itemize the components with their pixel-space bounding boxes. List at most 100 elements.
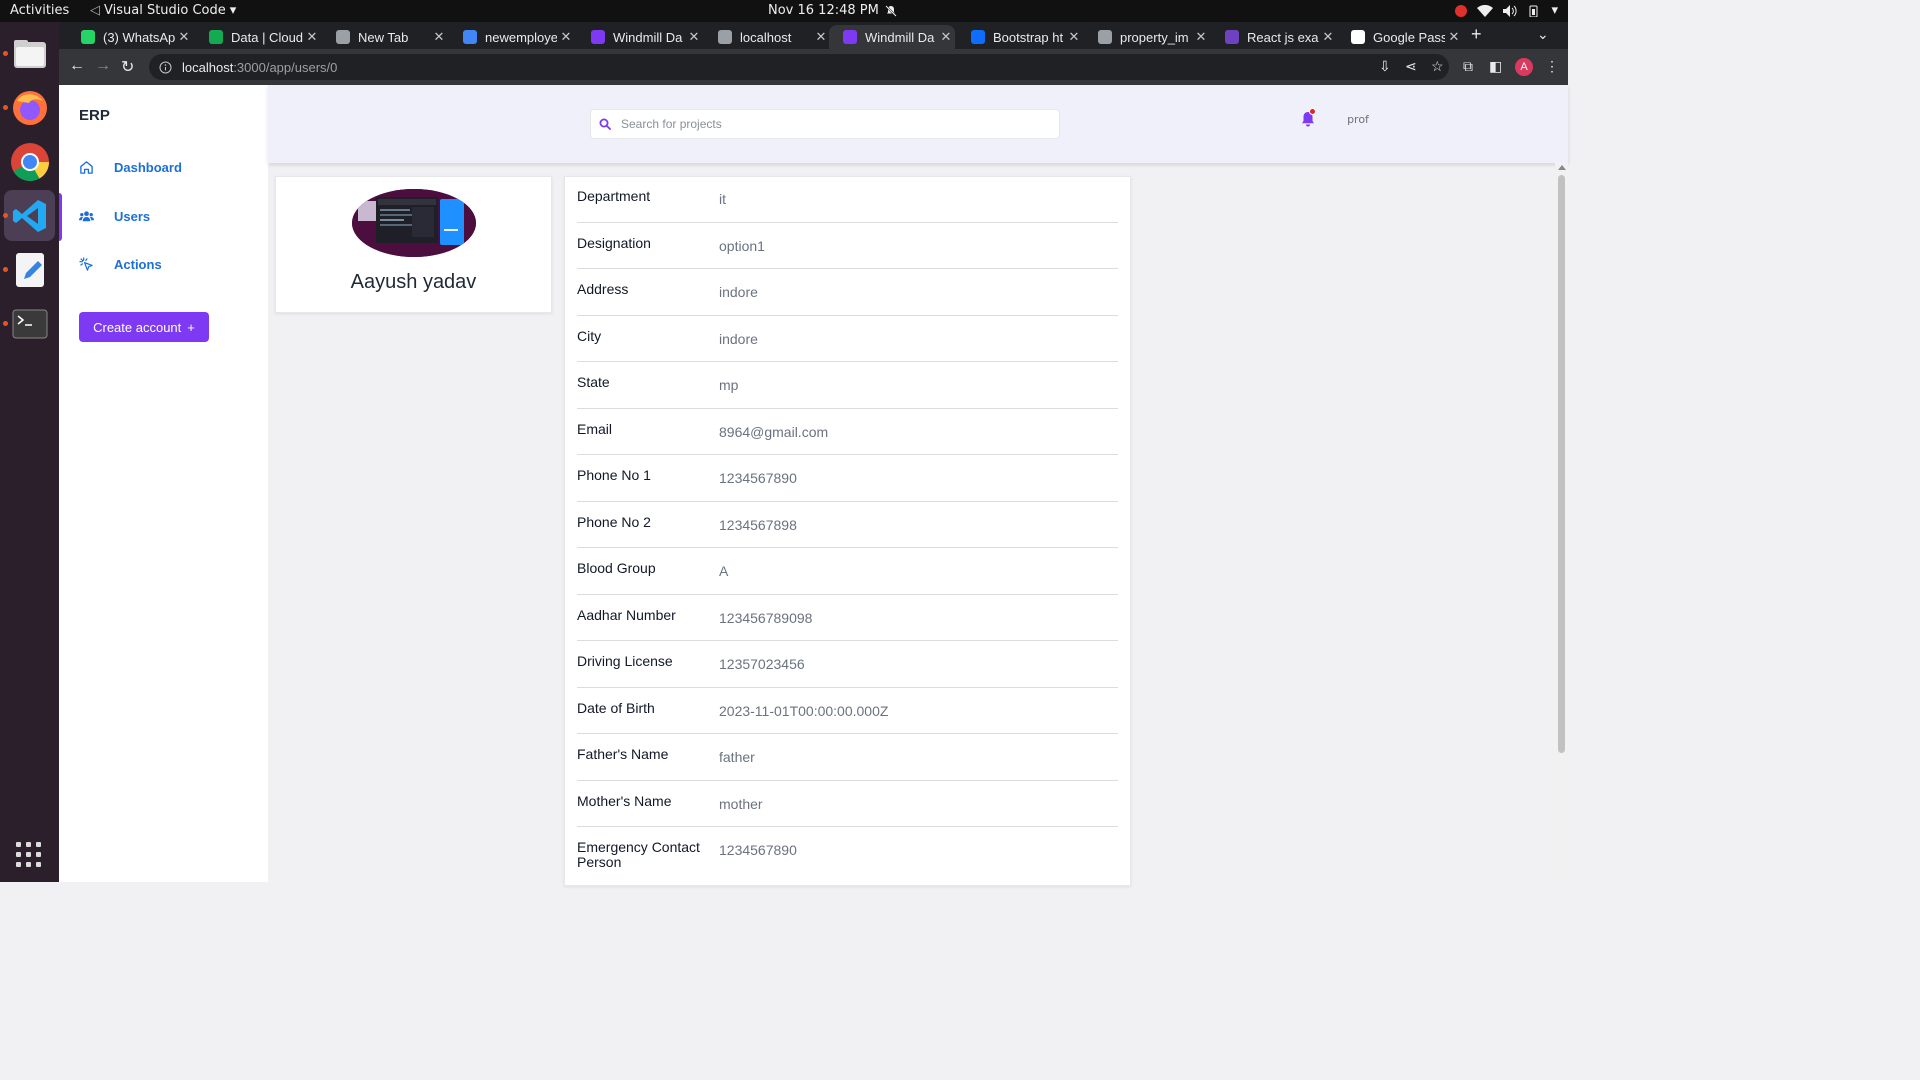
tab-close-icon[interactable]: ✕ — [1192, 29, 1210, 45]
site-info-icon[interactable] — [159, 61, 172, 74]
tab-close-icon[interactable]: ✕ — [175, 29, 193, 45]
browser-tab[interactable]: New Tab ✕ — [322, 25, 448, 49]
dock-files[interactable] — [3, 28, 55, 79]
app-menu[interactable]: ◁ Visual Studio Code ▾ — [90, 3, 236, 18]
wifi-icon — [1477, 4, 1494, 17]
sidebar: ERP Dashboard Users Actions Create accou… — [59, 85, 268, 882]
running-indicator — [3, 267, 8, 272]
side-panel-icon[interactable]: ◧ — [1489, 58, 1502, 75]
tab-close-icon[interactable]: ✕ — [937, 29, 955, 45]
chrome-icon — [10, 142, 49, 181]
clock[interactable]: Nov 16 12:48 PM — [768, 3, 897, 18]
tab-title: Data | Cloud — [231, 29, 303, 45]
tab-favicon-icon — [463, 30, 477, 44]
plus-icon: + — [187, 319, 195, 335]
back-arrow-icon[interactable]: ← — [69, 57, 85, 75]
tab-close-icon[interactable]: ✕ — [430, 29, 448, 45]
active-nav-indicator — [59, 193, 62, 241]
reload-icon[interactable]: ↻ — [121, 57, 134, 77]
tab-close-icon[interactable]: ✕ — [1319, 29, 1337, 45]
system-tray[interactable]: ▾ — [1455, 3, 1558, 18]
tab-search-chevron-icon[interactable]: ⌄ — [1537, 26, 1549, 43]
detail-row: City indore — [577, 328, 1118, 362]
detail-label: Emergency Contact Person — [577, 839, 700, 870]
browser-menu-kebab-icon[interactable]: ⋮ — [1545, 58, 1559, 75]
install-app-icon[interactable]: ⇩ — [1379, 58, 1391, 75]
scrollbar-thumb[interactable] — [1558, 175, 1565, 753]
show-applications-icon[interactable] — [16, 842, 42, 868]
tab-close-icon[interactable]: ✕ — [685, 29, 703, 45]
tab-close-icon[interactable]: ✕ — [557, 29, 575, 45]
new-tab-plus-icon[interactable]: + — [1471, 24, 1482, 45]
detail-value: indore — [719, 330, 758, 347]
running-indicator — [3, 321, 8, 326]
tab-title: Windmill Da — [613, 29, 683, 45]
home-icon — [80, 161, 93, 174]
running-indicator — [3, 213, 8, 218]
search-box[interactable] — [590, 109, 1060, 139]
users-icon — [79, 211, 94, 222]
share-icon[interactable]: ⋖ — [1405, 58, 1417, 75]
bookmark-star-icon[interactable]: ☆ — [1431, 58, 1444, 75]
browser-tab[interactable]: Data | Cloud ✕ — [195, 25, 321, 49]
tab-favicon-icon — [209, 30, 223, 44]
scroll-up-arrow-icon[interactable] — [1558, 165, 1566, 170]
vscode-small-icon: ◁ — [90, 3, 100, 18]
tab-title: (3) WhatsApp — [103, 29, 175, 45]
browser-tab[interactable]: Google Passw✕ — [1337, 25, 1463, 49]
browser-profile-avatar[interactable]: A — [1515, 58, 1533, 76]
detail-label: Address — [577, 281, 629, 297]
tab-close-icon[interactable]: ✕ — [1065, 29, 1083, 45]
forward-arrow-icon[interactable]: → — [95, 57, 111, 75]
notification-badge — [1309, 108, 1316, 115]
dock-firefox[interactable] — [3, 82, 55, 133]
browser-tab[interactable]: (3) WhatsApp ✕ — [67, 25, 193, 49]
browser-tab[interactable]: localhost ✕ — [704, 25, 830, 49]
profile-photo-image — [352, 189, 476, 257]
tab-favicon-icon — [1098, 30, 1112, 44]
avatar-broken-image-alt: prof — [1347, 113, 1369, 126]
search-icon — [599, 118, 611, 130]
detail-row: Driving License 12357023456 — [577, 654, 1118, 688]
tab-title: newemploye — [485, 29, 557, 45]
dock-vscode[interactable] — [3, 190, 55, 241]
address-bar[interactable]: localhost:3000/app/users/0 — [149, 54, 1449, 80]
detail-row: Designation option1 — [577, 235, 1118, 269]
sidebar-item-dashboard[interactable]: Dashboard — [79, 160, 182, 175]
tab-close-icon[interactable]: ✕ — [303, 29, 321, 45]
extensions-puzzle-icon[interactable]: ⧉ — [1463, 58, 1473, 75]
detail-value: A — [719, 563, 729, 579]
chevron-down-icon: ▾ — [229, 3, 237, 18]
sidebar-item-users[interactable]: Users — [79, 209, 150, 224]
browser-tab[interactable]: newemploye ✕ — [449, 25, 575, 49]
tab-favicon-icon — [336, 30, 350, 44]
brand-logo[interactable]: ERP — [79, 107, 110, 124]
browser-tab[interactable]: Windmill Da ✕ — [829, 25, 955, 49]
dock-terminal[interactable] — [3, 298, 55, 349]
profile-card: Aayush yadav — [275, 176, 552, 313]
browser-tab[interactable]: Windmill Da ✕ — [577, 25, 703, 49]
browser-tab[interactable]: React js exan ✕ — [1211, 25, 1337, 49]
detail-row: Phone No 2 1234567898 — [577, 514, 1118, 548]
volume-icon — [1503, 4, 1518, 17]
app-header: prof — [268, 85, 1568, 163]
browser-tab[interactable]: property_im ✕ — [1084, 25, 1210, 49]
notifications-button[interactable] — [1301, 108, 1316, 132]
activities-button[interactable]: Activities — [10, 3, 69, 18]
tab-favicon-icon — [718, 30, 732, 44]
browser-tab[interactable]: Bootstrap ht ✕ — [957, 25, 1083, 49]
user-avatar[interactable]: prof — [1345, 105, 1371, 131]
create-account-button[interactable]: Create account + — [79, 312, 209, 342]
dock-text-editor[interactable] — [3, 244, 55, 295]
search-input[interactable] — [621, 117, 1041, 131]
dock-chrome[interactable] — [4, 136, 55, 187]
page-scrollbar[interactable] — [1555, 163, 1568, 882]
sidebar-item-actions[interactable]: Actions — [79, 257, 162, 272]
detail-label: Mother's Name — [577, 792, 672, 809]
tab-close-icon[interactable]: ✕ — [812, 29, 830, 45]
detail-value: 8964@gmail.com — [719, 423, 829, 440]
detail-value: 1234567890 — [719, 470, 797, 486]
detail-label: Phone No 1 — [577, 467, 651, 483]
browser-tab-strip: (3) WhatsApp ✕ Data | Cloud ✕ New Tab ✕ newemp… — [59, 22, 1568, 49]
tab-close-icon[interactable]: ✕ — [1445, 29, 1463, 45]
